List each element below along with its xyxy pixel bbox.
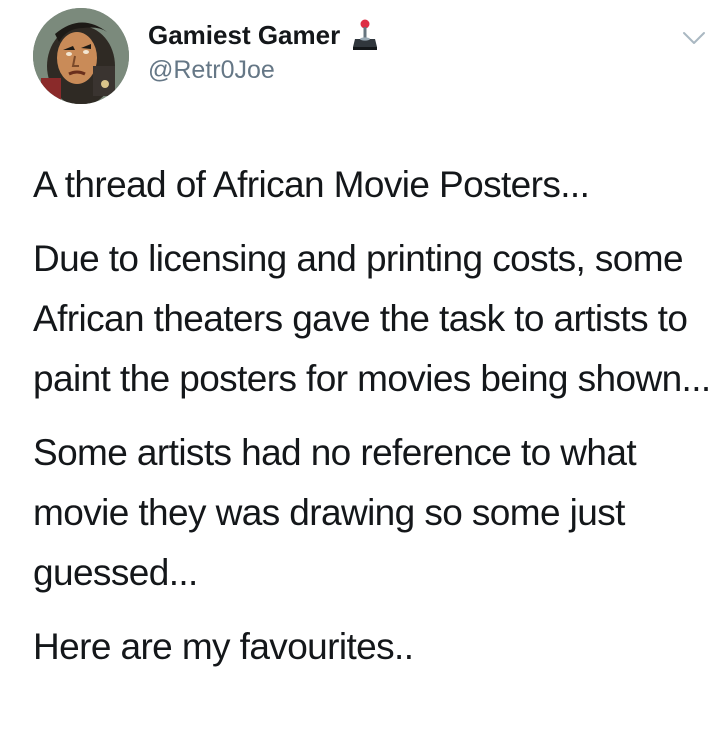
user-block: Gamiest Gamer @Retr0Joe xyxy=(148,17,378,85)
tweet-paragraph: A thread of African Movie Posters... xyxy=(33,164,590,205)
tweet-text: A thread of African Movie Posters... Due… xyxy=(33,155,713,677)
display-name-row: Gamiest Gamer xyxy=(148,17,378,53)
tweet-paragraph: Here are my favourites.. xyxy=(33,626,414,667)
display-name[interactable]: Gamiest Gamer xyxy=(148,20,340,51)
tweet-paragraph: Some artists had no reference to what mo… xyxy=(33,432,637,593)
tweet-paragraph: Due to licensing and printing costs, som… xyxy=(33,238,711,399)
tweet: Gamiest Gamer @Retr0Joe A thread of Afri… xyxy=(0,0,728,750)
chevron-down-icon[interactable] xyxy=(682,30,706,46)
joystick-icon xyxy=(352,19,378,51)
avatar[interactable] xyxy=(33,8,129,104)
handle[interactable]: @Retr0Joe xyxy=(148,56,378,85)
